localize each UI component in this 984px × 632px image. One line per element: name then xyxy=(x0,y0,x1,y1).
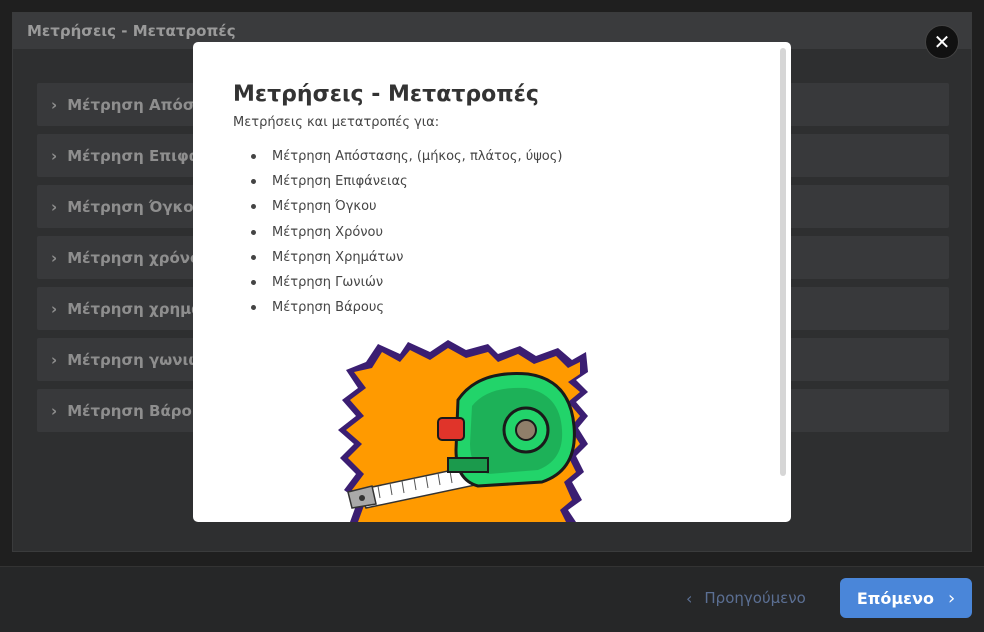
tape-measure-icon xyxy=(338,340,588,522)
chevron-right-icon: › xyxy=(51,248,58,267)
previous-button[interactable]: ‹ Προηγούμενο xyxy=(686,586,806,610)
list-item: Μέτρηση Χρημάτων xyxy=(251,245,761,270)
previous-label: Προηγούμενο xyxy=(704,589,806,607)
accordion-label: Μέτρηση γωνιω xyxy=(67,350,202,369)
footer-nav xyxy=(0,566,984,632)
accordion-label: Μέτρηση Επιφα xyxy=(67,146,200,165)
list-item: Μέτρηση Γωνιών xyxy=(251,270,761,295)
modal-content: Μετρήσεις - Μετατροπές Μετρήσεις και μετ… xyxy=(233,82,761,320)
modal-scrollbar[interactable] xyxy=(780,48,786,476)
chevron-right-icon: › xyxy=(51,401,58,420)
list-item: Μέτρηση Επιφάνειας xyxy=(251,169,761,194)
accordion-label: Μέτρηση Όγκο xyxy=(67,197,194,216)
tape-button xyxy=(437,417,465,441)
list-item: Μέτρηση Απόστασης, (μήκος, πλάτος, ύψος) xyxy=(251,144,761,169)
chevron-right-icon: › xyxy=(51,146,58,165)
next-label: Επόμενο xyxy=(856,588,934,608)
chevron-right-icon: › xyxy=(947,587,956,609)
list-item: Μέτρηση Βάρους xyxy=(251,295,761,320)
accordion-label: Μέτρηση χρόνο xyxy=(67,248,201,267)
modal-intro: Μετρήσεις και μετατροπές για: xyxy=(233,115,440,130)
measurement-list: Μέτρηση Απόστασης, (μήκος, πλάτος, ύψος)… xyxy=(233,144,761,320)
accordion-label: Μέτρηση Βάρου xyxy=(67,401,202,420)
chevron-right-icon: › xyxy=(51,350,58,369)
next-button[interactable]: Επόμενο › xyxy=(840,578,972,618)
list-item: Μέτρηση Χρόνου xyxy=(251,220,761,245)
modal-dialog: Μετρήσεις - Μετατροπές Μετρήσεις και μετ… xyxy=(193,42,791,522)
chevron-right-icon: › xyxy=(51,95,58,114)
chevron-right-icon: › xyxy=(51,299,58,318)
close-icon[interactable]: ✕ xyxy=(925,25,959,59)
chevron-left-icon: ‹ xyxy=(686,588,693,608)
list-item: Μέτρηση Όγκου xyxy=(251,194,761,219)
screen: Μετρήσεις - Μετατροπές › Μέτρηση Απόσ › … xyxy=(0,0,984,632)
tape-foot xyxy=(447,457,489,473)
accordion-label: Μέτρηση χρημα xyxy=(67,299,202,318)
accordion-label: Μέτρηση Απόσ xyxy=(67,95,195,114)
modal-title: Μετρήσεις - Μετατροπές xyxy=(233,82,539,107)
chevron-right-icon: › xyxy=(51,197,58,216)
